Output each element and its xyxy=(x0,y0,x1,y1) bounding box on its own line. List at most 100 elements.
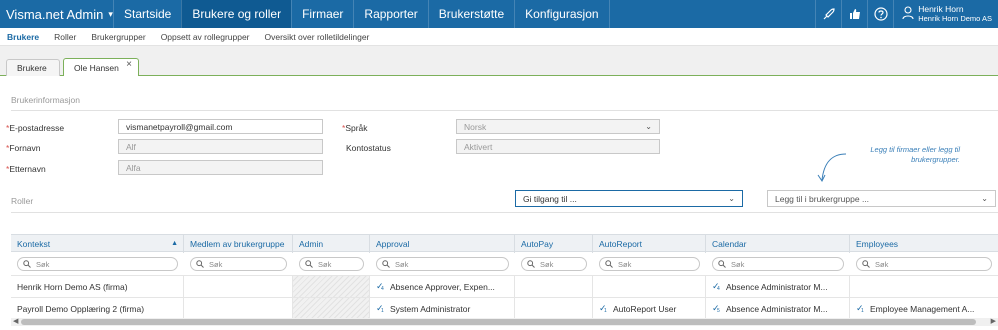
search-icon xyxy=(305,260,313,268)
sub-navigation: Brukere Roller Brukergrupper Oppsett av … xyxy=(0,28,998,46)
chevron-down-icon: ⌄ xyxy=(728,194,735,203)
cell-group xyxy=(184,276,293,297)
top-navigation-bar: Visma.net Admin ▾ Startside Brukere og r… xyxy=(0,0,998,28)
hint-arrow-icon xyxy=(817,153,847,182)
scrollbar-thumb[interactable] xyxy=(21,319,976,325)
cell-autopay[interactable] xyxy=(515,276,593,297)
tab-label: Ole Hansen xyxy=(74,62,119,73)
cell-employees[interactable]: ✓ 1 Employee Management A... xyxy=(850,298,998,319)
user-icon xyxy=(902,6,914,22)
search-input-employees[interactable]: Søk xyxy=(856,257,992,271)
lastname-value: Alfa xyxy=(126,162,141,173)
nav-brukere-og-roller[interactable]: Brukere og roller xyxy=(181,0,292,28)
firstname-value: Alf xyxy=(126,141,136,152)
account-status-field: Aktivert xyxy=(456,139,660,154)
grid-header: Kontekst ▲ Medlem av brukergruppe Admin A… xyxy=(11,234,998,253)
cell-employees[interactable] xyxy=(850,276,998,297)
hint-text: Legg til firmaer eller legg til brukergr… xyxy=(870,145,960,164)
nav-startside[interactable]: Startside xyxy=(113,0,181,28)
search-input-medlem[interactable]: Søk xyxy=(190,257,287,271)
tab-brukere[interactable]: Brukere xyxy=(6,59,60,76)
firstname-label: *Fornavn xyxy=(6,143,41,153)
nav-konfigurasjon[interactable]: Konfigurasjon xyxy=(514,0,610,28)
account-status-value: Aktivert xyxy=(464,141,493,152)
chevron-down-icon: ⌄ xyxy=(645,122,652,131)
column-header-autopay[interactable]: AutoPay xyxy=(515,235,593,253)
column-header-employees[interactable]: Employees xyxy=(850,235,998,253)
cell-context: Henrik Horn Demo AS (firma) xyxy=(11,276,184,297)
email-value: vismanetpayroll@gmail.com xyxy=(126,121,233,132)
subnav-roller[interactable]: Roller xyxy=(54,32,76,42)
search-input-autoreport[interactable]: Søk xyxy=(599,257,700,271)
search-icon xyxy=(718,260,726,268)
scroll-left-icon[interactable]: ◀ xyxy=(13,317,18,325)
search-icon xyxy=(23,260,31,268)
user-name: Henrik Horn xyxy=(918,4,964,14)
language-select[interactable]: Norsk ⌄ xyxy=(456,119,660,134)
lastname-field[interactable]: Alfa xyxy=(118,160,323,175)
user-company: Henrik Horn Demo AS xyxy=(918,14,992,23)
search-input-admin[interactable]: Søk xyxy=(299,257,364,271)
check-icon: ✓ 4 xyxy=(712,281,720,292)
column-header-autoreport[interactable]: AutoReport xyxy=(593,235,706,253)
cell-calendar[interactable]: ✓ 5 Absence Administrator M... xyxy=(706,298,850,319)
check-icon: ✓ 1 xyxy=(856,303,864,314)
column-header-calendar[interactable]: Calendar xyxy=(706,235,850,253)
nav-rapporter[interactable]: Rapporter xyxy=(353,0,427,28)
column-header-kontekst[interactable]: Kontekst ▲ xyxy=(11,235,184,253)
rocket-icon[interactable] xyxy=(815,0,841,28)
subnav-brukere[interactable]: Brukere xyxy=(7,32,39,42)
check-icon: ✓ 1 xyxy=(376,303,384,314)
search-input-autopay[interactable]: Søk xyxy=(521,257,587,271)
cell-autoreport[interactable] xyxy=(593,276,706,297)
search-input-calendar[interactable]: Søk xyxy=(712,257,844,271)
subnav-oppsett-av-rollegrupper[interactable]: Oppsett av rollegrupper xyxy=(161,32,250,42)
column-header-medlem[interactable]: Medlem av brukergruppe xyxy=(184,235,293,253)
scroll-right-icon[interactable]: ▶ xyxy=(991,317,996,325)
language-label: *Språk xyxy=(342,123,368,133)
nav-brukerstotte[interactable]: Brukerstøtte xyxy=(427,0,514,28)
app-title: Visma.net Admin xyxy=(6,6,104,22)
user-menu[interactable]: Henrik Horn Henrik Horn Demo AS xyxy=(893,0,998,28)
nav-firmaer[interactable]: Firmaer xyxy=(291,0,353,28)
add-to-usergroup-select[interactable]: Legg til i brukergruppe ... ⌄ xyxy=(767,190,996,207)
search-input-kontekst[interactable]: Søk xyxy=(17,257,178,271)
email-field[interactable]: vismanetpayroll@gmail.com xyxy=(118,119,323,134)
lastname-label: *Etternavn xyxy=(6,164,46,174)
sort-icon: ▲ xyxy=(171,240,178,247)
horizontal-scrollbar[interactable]: ◀ ▶ xyxy=(11,318,998,326)
column-header-approval[interactable]: Approval xyxy=(370,235,515,253)
firstname-field[interactable]: Alf xyxy=(118,139,323,154)
cell-calendar[interactable]: ✓ 4 Absence Administrator M... xyxy=(706,276,850,297)
cell-approval[interactable]: ✓ 1 System Administrator xyxy=(370,298,515,319)
add-to-usergroup-placeholder: Legg til i brukergruppe ... xyxy=(775,193,870,204)
tab-label: Brukere xyxy=(17,63,47,73)
search-icon xyxy=(862,260,870,268)
table-row[interactable]: Henrik Horn Demo AS (firma) ✓ 4 Absence A… xyxy=(11,275,998,297)
search-icon xyxy=(382,260,390,268)
check-icon: ✓ 1 xyxy=(599,303,607,314)
subnav-oversikt-rolletildelinger[interactable]: Oversikt over rolletildelinger xyxy=(265,32,370,42)
tab-strip: Brukere Ole Hansen × xyxy=(0,46,998,76)
grid-search-row: Søk Søk Søk Søk Søk Søk Søk Søk xyxy=(11,253,998,275)
app-switcher[interactable]: Visma.net Admin ▾ xyxy=(0,0,113,28)
cell-group xyxy=(184,298,293,319)
close-icon[interactable]: × xyxy=(126,59,132,70)
search-icon xyxy=(527,260,535,268)
subnav-brukergrupper[interactable]: Brukergrupper xyxy=(91,32,145,42)
section-divider xyxy=(11,110,998,111)
help-icon[interactable] xyxy=(867,0,893,28)
cell-autoreport[interactable]: ✓ 1 AutoReport User xyxy=(593,298,706,319)
cell-autopay[interactable] xyxy=(515,298,593,319)
search-input-approval[interactable]: Søk xyxy=(376,257,509,271)
section-title-brukerinformasjon: Brukerinformasjon xyxy=(11,95,80,105)
grant-access-select[interactable]: Gi tilgang til ... ⌄ xyxy=(515,190,743,207)
table-row[interactable]: Payroll Demo Opplæring 2 (firma) ✓ 1 Syst… xyxy=(11,297,998,319)
search-icon xyxy=(605,260,613,268)
cell-approval[interactable]: ✓ 4 Absence Approver, Expen... xyxy=(370,276,515,297)
column-header-admin[interactable]: Admin xyxy=(293,235,370,253)
thumbs-icon[interactable] xyxy=(841,0,867,28)
section-title-roller: Roller xyxy=(11,196,34,206)
language-value: Norsk xyxy=(464,121,487,132)
tab-ole-hansen[interactable]: Ole Hansen × xyxy=(63,58,139,76)
